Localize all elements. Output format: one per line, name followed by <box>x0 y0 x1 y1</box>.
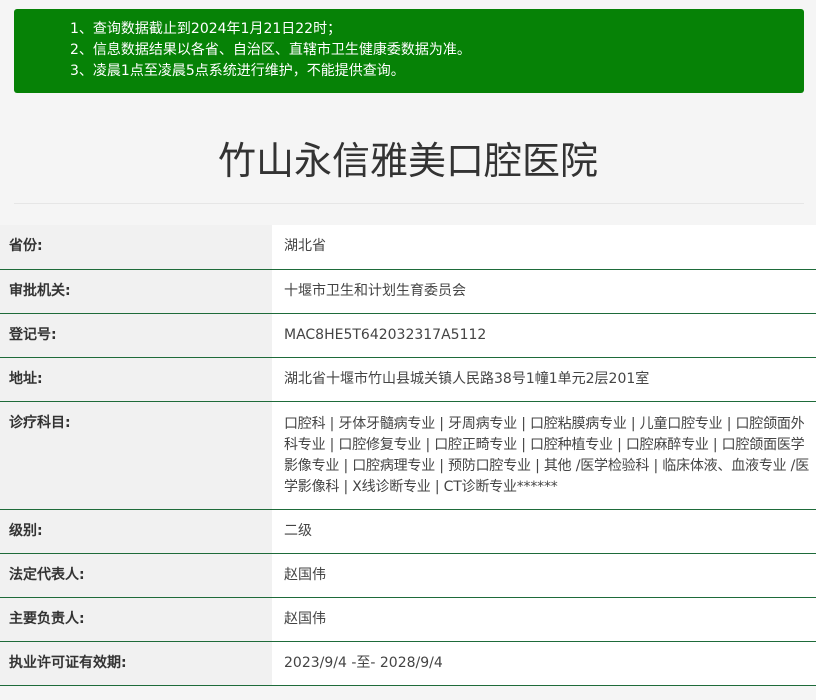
row-label: 审批机关: <box>0 269 272 314</box>
row-label: 诊疗科目: <box>0 401 272 510</box>
row-value: 湖北省十堰市竹山县城关镇人民路38号1幢1单元2层201室 <box>272 357 816 402</box>
info-row-approval-authority: 审批机关: 十堰市卫生和计划生育委员会 <box>0 269 816 314</box>
info-row-level: 级别: 二级 <box>0 509 816 554</box>
row-label: 执业许可证有效期: <box>0 641 272 686</box>
row-value: 湖北省 <box>272 225 816 270</box>
info-row-province: 省份: 湖北省 <box>0 225 816 270</box>
row-value: 2023/9/4 -至- 2028/9/4 <box>272 641 816 686</box>
row-value: 赵国伟 <box>272 553 816 598</box>
info-row-legal-representative: 法定代表人: 赵国伟 <box>0 553 816 598</box>
row-value: 口腔科 | 牙体牙髓病专业 | 牙周病专业 | 口腔粘膜病专业 | 儿童口腔专业… <box>272 401 816 510</box>
notice-banner: 1、查询数据截止到2024年1月21日22时； 2、信息数据结果以各省、自治区、… <box>14 9 804 93</box>
notice-line: 3、凌晨1点至凌晨5点系统进行维护，不能提供查询。 <box>70 63 405 79</box>
info-row-principal: 主要负责人: 赵国伟 <box>0 597 816 642</box>
row-label: 省份: <box>0 225 272 270</box>
row-value: 十堰市卫生和计划生育委员会 <box>272 269 816 314</box>
row-label: 法定代表人: <box>0 553 272 598</box>
notice-line: 2、信息数据结果以各省、自治区、直辖市卫生健康委数据为准。 <box>70 42 471 58</box>
row-label: 登记号: <box>0 313 272 358</box>
info-row-departments: 诊疗科目: 口腔科 | 牙体牙髓病专业 | 牙周病专业 | 口腔粘膜病专业 | … <box>0 401 816 510</box>
row-label: 地址: <box>0 357 272 402</box>
row-label: 级别: <box>0 509 272 554</box>
row-value: MAC8HE5T642032317A5112 <box>272 313 816 358</box>
info-row-registration-number: 登记号: MAC8HE5T642032317A5112 <box>0 313 816 358</box>
info-row-license-validity: 执业许可证有效期: 2023/9/4 -至- 2028/9/4 <box>0 641 816 686</box>
title-divider <box>14 203 804 204</box>
page-title: 竹山永信雅美口腔医院 <box>217 139 598 183</box>
info-row-address: 地址: 湖北省十堰市竹山县城关镇人民路38号1幢1单元2层201室 <box>0 357 816 402</box>
row-value: 二级 <box>272 509 816 554</box>
hospital-info-table: 省份: 湖北省 审批机关: 十堰市卫生和计划生育委员会 登记号: MAC8HE5… <box>0 225 816 686</box>
row-label: 主要负责人: <box>0 597 272 642</box>
row-value: 赵国伟 <box>272 597 816 642</box>
notice-line: 1、查询数据截止到2024年1月21日22时； <box>70 21 342 37</box>
